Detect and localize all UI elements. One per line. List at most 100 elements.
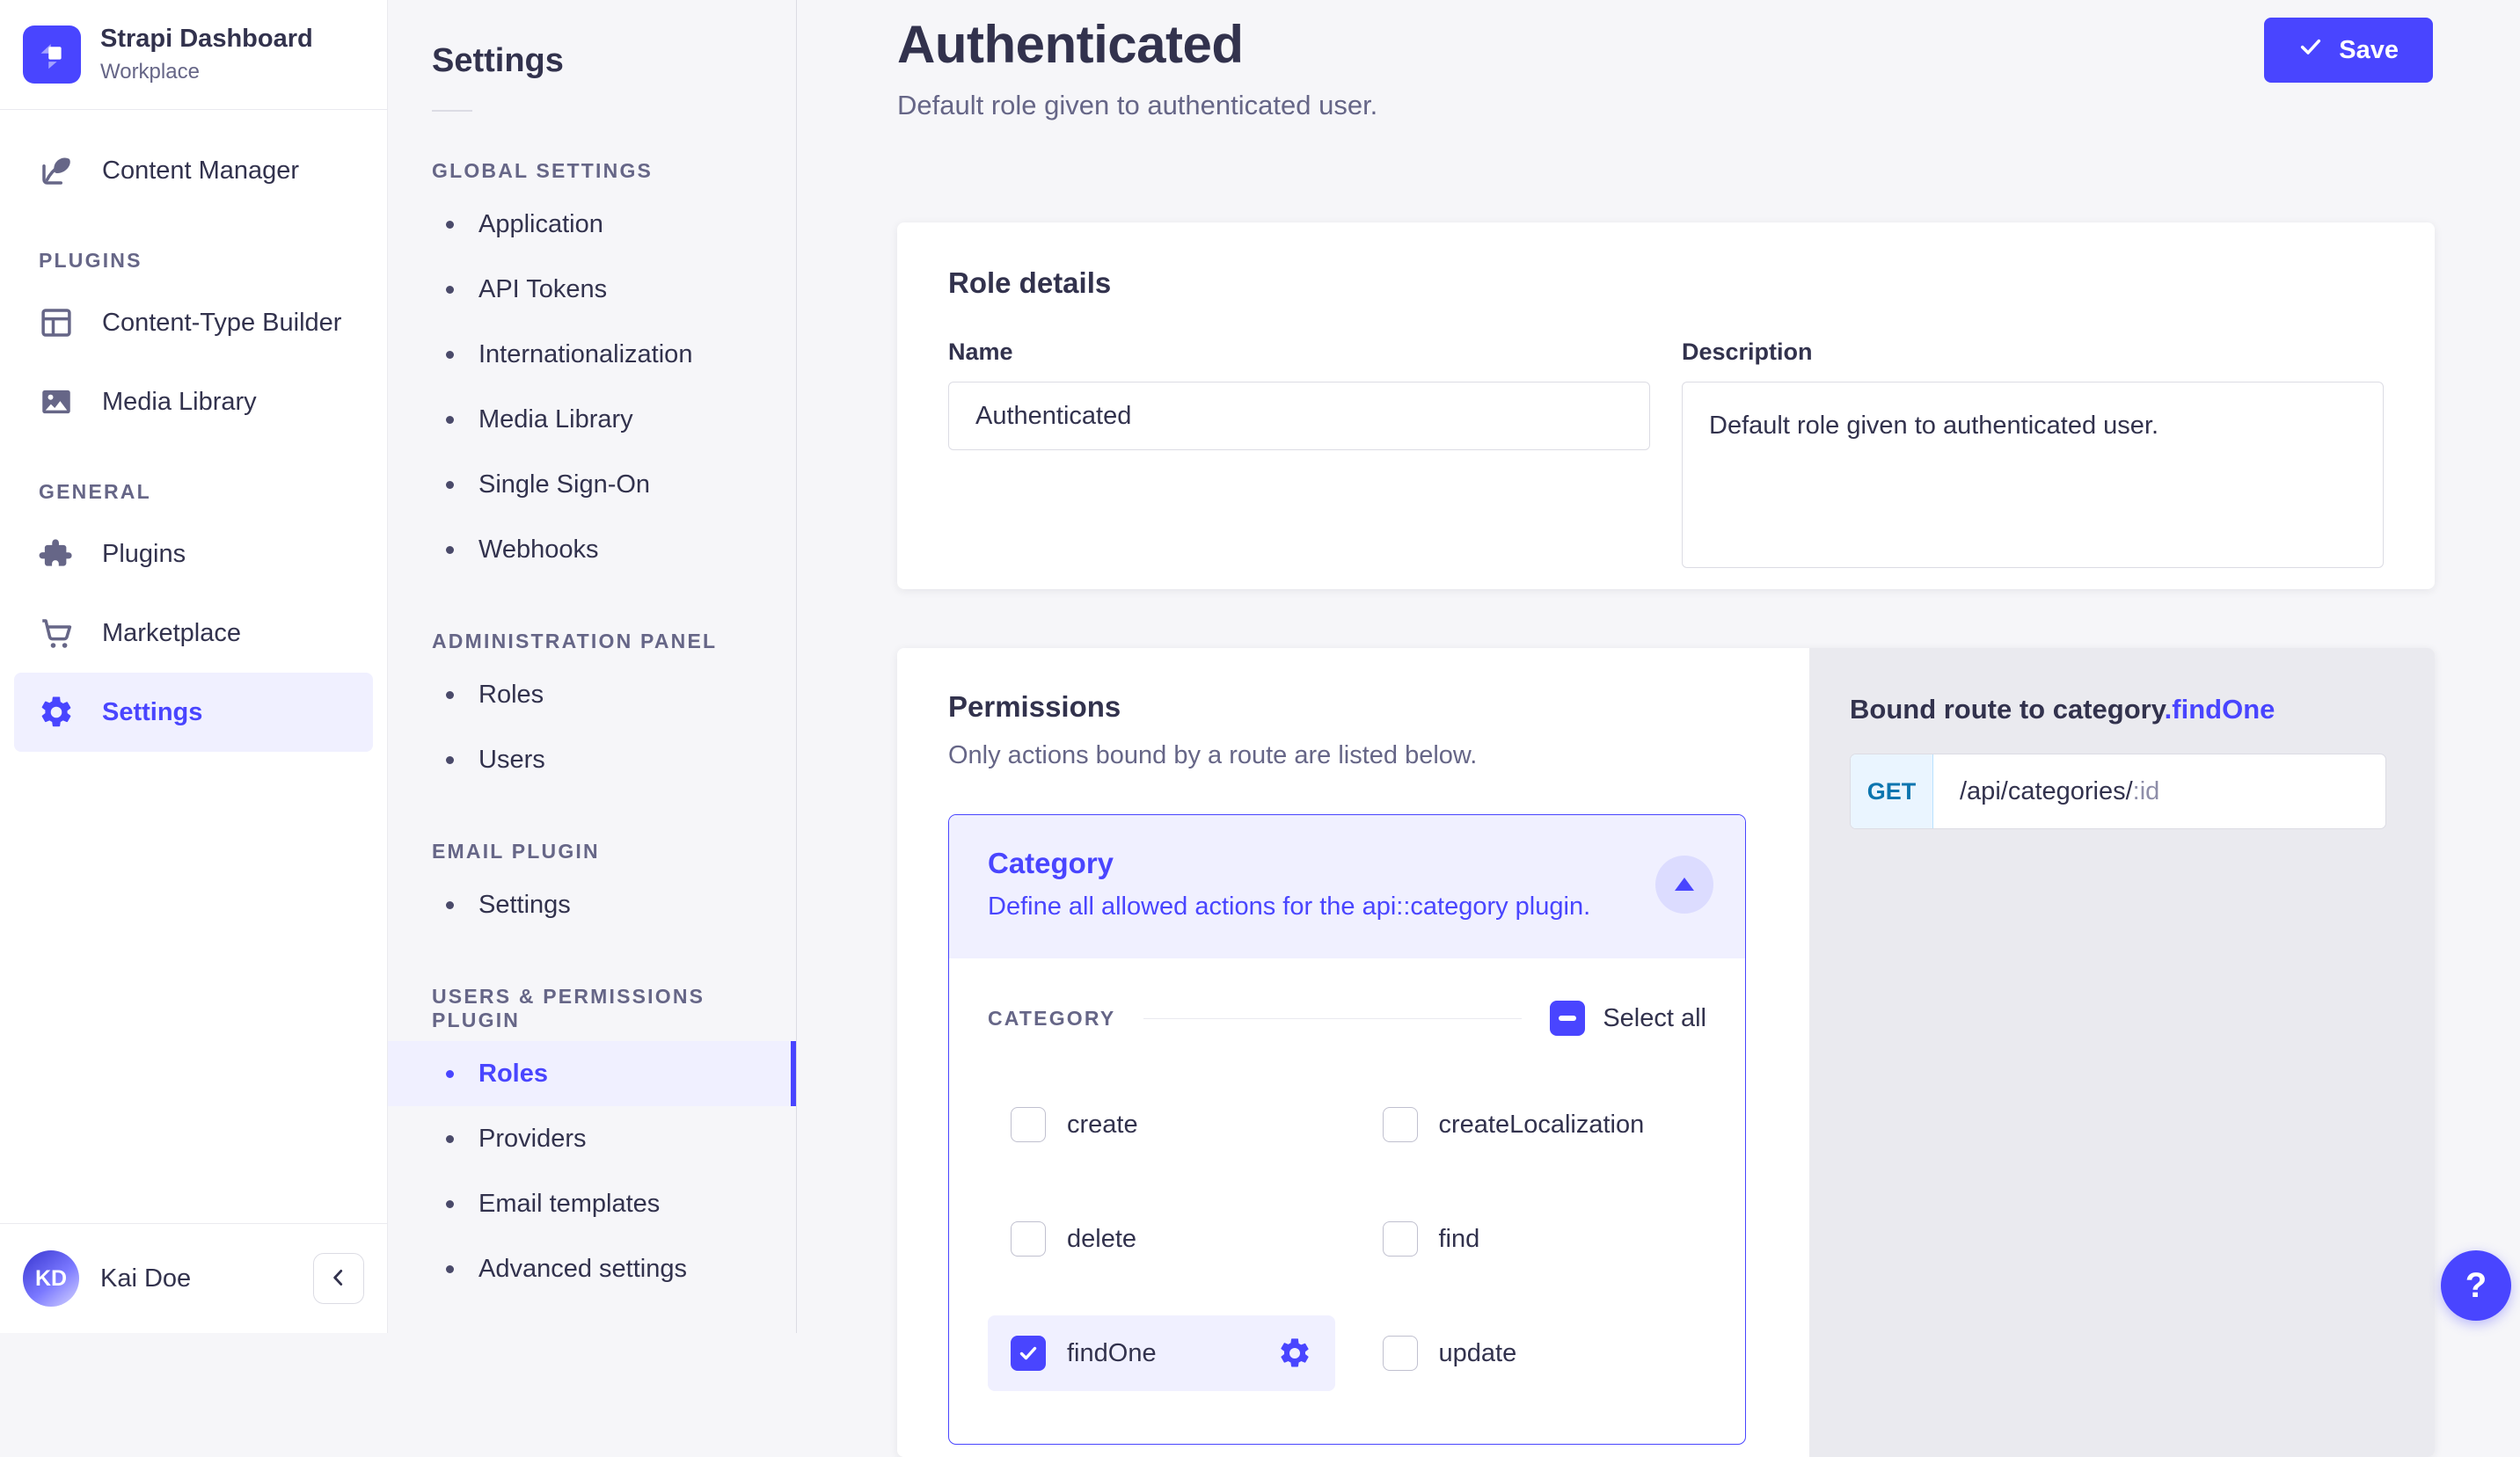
checkbox-unchecked[interactable] [1011,1221,1046,1257]
settings-item-email-settings[interactable]: Settings [388,872,796,937]
accordion-collapse-button[interactable] [1655,856,1713,914]
settings-item-admin-users[interactable]: Users [388,727,796,792]
settings-item-up-roles[interactable]: Roles [388,1041,796,1106]
nav-label: Settings [102,698,202,727]
minus-icon [1559,1016,1576,1021]
checkbox-unchecked[interactable] [1383,1336,1418,1371]
permission-find[interactable]: find [1360,1201,1707,1277]
settings-item-label: Application [478,210,603,239]
checkbox-unchecked[interactable] [1011,1107,1046,1142]
nav-item-media-library[interactable]: Media Library [14,362,373,441]
accordion-titles: Category Define all allowed actions for … [988,847,1590,922]
category-group-label: CATEGORY [988,1007,1115,1031]
settings-item-api-tokens[interactable]: API Tokens [388,257,796,322]
main-navigation: Content Manager PLUGINS Content-Type Bui… [0,110,387,1223]
bullet-icon [446,1200,454,1208]
route-path: /api/categories/:id [1933,754,2159,828]
bullet-icon [446,691,454,699]
bound-route-title: Bound route to category.findOne [1850,694,2386,725]
settings-item-internationalization[interactable]: Internationalization [388,322,796,387]
cart-icon [37,614,76,652]
nav-section-general: GENERAL [39,480,387,504]
http-method-badge: GET [1851,754,1933,828]
settings-item-advanced-settings[interactable]: Advanced settings [388,1236,796,1301]
settings-item-label: Users [478,746,545,775]
permission-update[interactable]: update [1360,1315,1707,1391]
sidebar-footer: KD Kai Doe [0,1223,387,1333]
settings-item-admin-roles[interactable]: Roles [388,662,796,727]
nav-label: Marketplace [102,619,241,648]
role-details-title: Role details [948,266,2384,300]
settings-item-single-sign-on[interactable]: Single Sign-On [388,452,796,517]
feather-pen-icon [37,151,76,190]
user-name: Kai Doe [100,1264,191,1293]
chevron-left-icon [327,1266,350,1292]
caret-up-icon [1675,878,1694,891]
nav-item-content-manager[interactable]: Content Manager [14,131,373,210]
checkbox-unchecked[interactable] [1383,1107,1418,1142]
route-display: GET /api/categories/:id [1850,754,2386,829]
divider [1143,1018,1522,1019]
bullet-icon [446,1070,454,1078]
nav-item-content-type-builder[interactable]: Content-Type Builder [14,283,373,362]
settings-item-label: Providers [478,1125,587,1154]
nav-item-settings[interactable]: Settings [14,673,373,752]
settings-item-webhooks[interactable]: Webhooks [388,517,796,582]
settings-item-label: Roles [478,1060,548,1089]
description-label: Description [1682,339,2384,366]
name-input[interactable] [948,382,1650,450]
collapse-sidebar-button[interactable] [313,1253,364,1304]
settings-item-label: Settings [478,891,571,920]
page-subtitle: Default role given to authenticated user… [897,90,1377,121]
bullet-icon [446,546,454,554]
permissions-panel: Permissions Only actions bound by a rout… [897,648,1809,1457]
nav-label: Media Library [102,388,257,417]
settings-item-providers[interactable]: Providers [388,1106,796,1171]
settings-panel-title: Settings [432,42,796,80]
bullet-icon [446,1265,454,1273]
select-all-control[interactable]: Select all [1550,1001,1706,1036]
avatar[interactable]: KD [23,1250,79,1307]
checkbox-checked[interactable] [1011,1336,1046,1371]
workspace-name: Workplace [100,60,313,84]
nav-section-plugins: PLUGINS [39,249,387,273]
settings-item-application[interactable]: Application [388,192,796,257]
layout-icon [37,303,76,342]
settings-item-label: Advanced settings [478,1255,687,1284]
settings-item-label: Email templates [478,1190,660,1219]
permission-findone[interactable]: findOne [988,1315,1335,1391]
settings-section-global: GLOBAL SETTINGS [432,159,752,183]
permission-delete[interactable]: delete [988,1201,1335,1277]
permission-label: findOne [1067,1339,1157,1368]
select-all-label: Select all [1603,1004,1706,1033]
nav-label: Content-Type Builder [102,309,341,338]
select-all-checkbox[interactable] [1550,1001,1585,1036]
settings-item-media-library[interactable]: Media Library [388,387,796,452]
gear-icon [37,693,76,732]
permissions-title: Permissions [948,690,1746,724]
workspace-switcher[interactable]: Strapi Dashboard Workplace [0,0,387,110]
bullet-icon [446,221,454,229]
category-accordion-body: CATEGORY Select all [949,958,1745,1444]
permission-createlocalization[interactable]: createLocalization [1360,1087,1707,1162]
bullet-icon [446,351,454,359]
settings-section-email-plugin: EMAIL PLUGIN [432,840,752,863]
checkbox-unchecked[interactable] [1383,1221,1418,1257]
role-details-fields: Name Description Default role given to a… [948,339,2384,572]
accordion-title: Category [988,847,1590,880]
main-content: Authenticated Default role given to auth… [797,0,2520,1333]
nav-item-plugins[interactable]: Plugins [14,514,373,594]
settings-item-email-templates[interactable]: Email templates [388,1171,796,1236]
nav-item-marketplace[interactable]: Marketplace [14,594,373,673]
permission-settings-button[interactable] [1277,1336,1312,1371]
bullet-icon [446,416,454,424]
bullet-icon [446,481,454,489]
brand-text: Strapi Dashboard Workplace [100,25,313,84]
nav-label: Content Manager [102,157,299,186]
save-button[interactable]: Save [2264,18,2433,83]
help-button[interactable]: ? [2441,1250,2511,1321]
image-icon [37,382,76,421]
permission-create[interactable]: create [988,1087,1335,1162]
description-textarea[interactable]: Default role given to authenticated user… [1682,382,2384,568]
category-accordion-header[interactable]: Category Define all allowed actions for … [949,815,1745,958]
